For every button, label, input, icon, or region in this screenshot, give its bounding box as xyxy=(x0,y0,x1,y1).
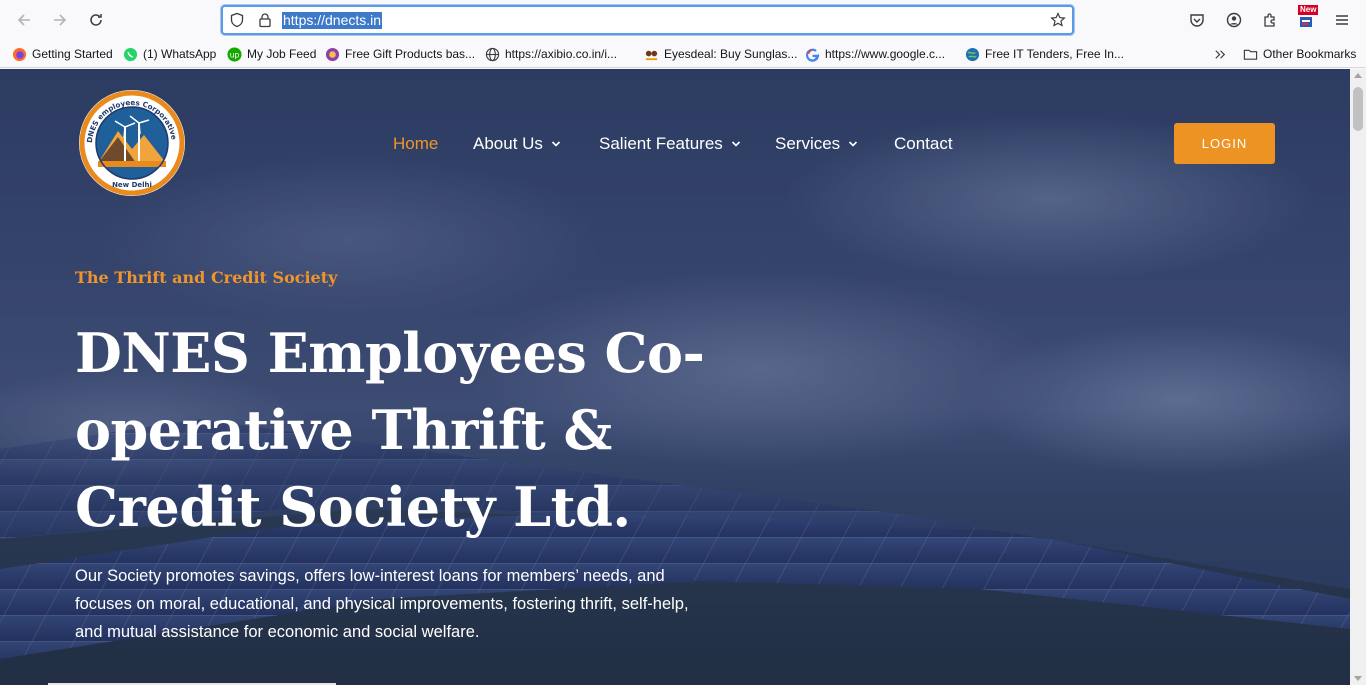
hero-description: Our Society promotes savings, offers low… xyxy=(75,562,735,646)
arrow-left-icon xyxy=(17,14,30,26)
shield-icon[interactable] xyxy=(229,12,245,28)
hero-title-line: DNES Employees Co- xyxy=(75,321,705,385)
pocket-icon xyxy=(1190,14,1204,27)
chevron-down-icon xyxy=(731,141,740,147)
hero-section: DNES employees Corporative Thrift & Cred… xyxy=(0,69,1350,685)
tenders-icon xyxy=(965,47,980,62)
reload-button[interactable] xyxy=(84,8,108,32)
bookmark-item[interactable]: up My Job Feed xyxy=(227,45,316,63)
hero-description-line: focuses on moral, educational, and physi… xyxy=(75,595,689,613)
bookmarks-bar: Getting Started (1) WhatsApp up My Job F… xyxy=(0,40,1366,68)
upwork-icon: up xyxy=(227,46,242,62)
menu-button[interactable] xyxy=(1330,8,1354,32)
google-icon xyxy=(805,47,820,62)
gift-site-icon xyxy=(325,47,340,62)
address-bar[interactable]: https://dnects.in xyxy=(221,5,1074,35)
whatsapp-icon xyxy=(123,47,138,62)
nav-about-us[interactable]: About Us xyxy=(473,133,561,155)
nav-home[interactable]: Home xyxy=(393,133,438,155)
bookmark-item[interactable]: Getting Started xyxy=(12,45,113,63)
bookmark-star-icon[interactable] xyxy=(1050,12,1066,28)
forward-button[interactable] xyxy=(48,8,72,32)
bookmark-item[interactable]: https://axibio.co.in/i... xyxy=(485,45,617,63)
new-extension-button[interactable]: New xyxy=(1294,5,1319,32)
account-button[interactable] xyxy=(1222,8,1246,32)
scroll-down-arrow-icon[interactable] xyxy=(1354,676,1362,681)
pocket-button[interactable] xyxy=(1185,8,1209,32)
logo-city-text: New Delhi xyxy=(112,181,152,189)
chevron-down-icon xyxy=(849,141,858,147)
nav-services[interactable]: Services xyxy=(775,133,858,155)
page-scrollbar[interactable] xyxy=(1350,69,1366,685)
bookmark-item[interactable]: Free Gift Products bas... xyxy=(325,45,475,63)
hero-description-line: and mutual assistance for economic and s… xyxy=(75,623,480,641)
browser-toolbar: https://dnects.in New xyxy=(0,0,1366,40)
hamburger-menu-icon xyxy=(1336,15,1348,25)
society-logo[interactable]: DNES employees Corporative Thrift & Cred… xyxy=(78,89,186,197)
hero-eyebrow: The Thrift and Credit Society xyxy=(75,268,338,287)
extensions-button[interactable] xyxy=(1258,8,1282,32)
bookmark-item[interactable]: Eyesdeal: Buy Sunglas... xyxy=(644,45,797,63)
svg-text:up: up xyxy=(230,50,240,59)
nav-salient-features[interactable]: Salient Features xyxy=(599,133,741,155)
scrollbar-thumb[interactable] xyxy=(1353,87,1363,131)
firefox-icon xyxy=(12,47,27,62)
bookmark-item[interactable]: Free IT Tenders, Free In... xyxy=(965,45,1124,63)
double-chevron-right-icon xyxy=(1213,47,1228,62)
new-badge: New xyxy=(1298,5,1319,15)
back-button[interactable] xyxy=(12,8,36,32)
globe-icon xyxy=(485,47,500,62)
puzzle-icon xyxy=(1264,13,1275,27)
arrow-right-icon xyxy=(54,14,67,26)
nav-contact[interactable]: Contact xyxy=(894,133,953,155)
eyesdeal-icon xyxy=(644,47,659,62)
hero-description-line: Our Society promotes savings, offers low… xyxy=(75,567,665,585)
reload-icon xyxy=(90,14,102,26)
account-icon xyxy=(1226,12,1242,28)
hero-title-line: operative Thrift & xyxy=(75,398,612,462)
bookmark-item[interactable]: (1) WhatsApp xyxy=(123,45,216,63)
hero-title-line: Credit Society Ltd. xyxy=(75,475,631,539)
folder-icon xyxy=(1243,47,1258,62)
chevron-down-icon xyxy=(551,141,561,147)
other-bookmarks-folder[interactable]: Other Bookmarks xyxy=(1243,45,1356,63)
lock-icon[interactable] xyxy=(257,12,273,28)
hero-title: DNES Employees Co- operative Thrift & Cr… xyxy=(75,315,715,546)
login-button[interactable]: LOGIN xyxy=(1174,123,1275,164)
bookmark-item[interactable]: https://www.google.c... xyxy=(805,45,945,63)
bookmarks-overflow-button[interactable] xyxy=(1213,45,1228,63)
url-text[interactable]: https://dnects.in xyxy=(282,12,383,29)
scroll-up-arrow-icon[interactable] xyxy=(1354,73,1362,78)
